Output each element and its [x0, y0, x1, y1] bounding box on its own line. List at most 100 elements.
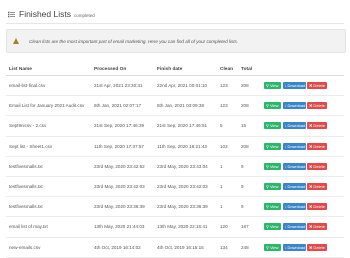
list-name-cell: new-emails.csv [6, 237, 91, 258]
clean-count-cell: 1 [217, 156, 238, 177]
view-button[interactable]: ⚲ View [264, 82, 281, 90]
finish-date-cell: 23rd May, 2020 23:43:04 [154, 156, 217, 177]
actions-cell: ⚲ View ↓ Download ✖ Delete [261, 216, 344, 238]
delete-button[interactable]: ✖ Delete [307, 162, 327, 170]
view-button[interactable]: ⚲ View [264, 122, 281, 130]
view-button[interactable]: ⚲ View [264, 223, 281, 231]
delete-button-label: Delete [313, 83, 325, 89]
actions-cell: ⚲ View ↓ Download ✖ Delete [261, 136, 344, 157]
delete-button-label: Delete [313, 163, 325, 169]
finish-date-cell: 21st Sep, 2020 17:46:51 [154, 115, 217, 137]
delete-button-label: Delete [313, 103, 325, 109]
view-button[interactable]: ⚲ View [264, 203, 281, 211]
list-name-cell: Sept list - Sheet1.csv [6, 136, 91, 157]
clean-count-cell: 102 [217, 136, 238, 157]
list-name-cell: testfivesmalls.txt [6, 156, 91, 177]
view-button-label: View [269, 123, 279, 129]
actions-cell: ⚲ View ↓ Download ✖ Delete [261, 196, 344, 218]
finish-date-cell: 6th Jan, 2021 03:09:38 [154, 95, 217, 117]
download-button[interactable]: ↓ Download [282, 82, 306, 90]
clean-count-cell: 5 [217, 115, 238, 137]
trash-icon: ✖ [309, 83, 313, 89]
delete-button-label: Delete [313, 143, 325, 149]
actions-cell: ⚲ View ↓ Download ✖ Delete [261, 156, 344, 177]
delete-button[interactable]: ✖ Delete [307, 82, 327, 90]
view-button-label: View [269, 143, 279, 149]
delete-button[interactable]: ✖ Delete [307, 223, 327, 231]
table-row: testfivesmalls.txt 23rd May, 2020 23:42:0… [6, 176, 344, 198]
download-icon: ↓ [284, 103, 287, 109]
delete-button-label: Delete [313, 224, 325, 230]
total-count-cell: 208 [238, 95, 261, 117]
download-button[interactable]: ↓ Download [282, 102, 306, 110]
download-button-label: Download [287, 83, 306, 89]
table-row: email-list-final.csv 21st Apr, 2021 23:30… [6, 75, 344, 97]
clean-count-cell: 123 [217, 75, 238, 97]
actions-cell: ⚲ View ↓ Download ✖ Delete [261, 95, 344, 117]
delete-button[interactable]: ✖ Delete [307, 102, 327, 110]
total-count-cell: 9 [238, 156, 261, 177]
processed-on-cell: 13th May, 2020 21:44:03 [91, 216, 154, 238]
download-button[interactable]: ↓ Download [282, 223, 306, 231]
page-title: Finished Lists [19, 9, 71, 19]
processed-on-cell: 11th Sep, 2020 17:37:57 [91, 136, 154, 157]
search-icon: ⚲ [266, 204, 269, 210]
header-divider [6, 23, 344, 24]
list-name-cell: email list of may.txt [6, 216, 91, 238]
download-icon: ↓ [284, 143, 287, 149]
view-button-label: View [269, 103, 279, 109]
finish-date-cell: 11th Sep, 2020 18:21:43 [154, 136, 217, 157]
download-button-label: Download [287, 224, 306, 230]
page-subtitle: completed [73, 12, 95, 18]
download-button-label: Download [287, 184, 306, 190]
download-button[interactable]: ↓ Download [282, 122, 306, 130]
delete-button[interactable]: ✖ Delete [307, 203, 327, 211]
download-icon: ↓ [284, 184, 287, 190]
view-button[interactable]: ⚲ View [264, 142, 281, 150]
download-icon: ↓ [284, 123, 287, 129]
col-header-list-name[interactable]: List Name [6, 63, 91, 76]
download-button[interactable]: ↓ Download [282, 162, 306, 170]
trash-icon: ✖ [309, 163, 313, 169]
download-icon: ↓ [284, 204, 287, 210]
col-header-total[interactable]: Total [238, 63, 261, 76]
actions-cell: ⚲ View ↓ Download ✖ Delete [261, 75, 344, 97]
col-header-finish-date[interactable]: Finish date [154, 63, 217, 76]
view-button[interactable]: ⚲ View [264, 162, 281, 170]
table-row: new-emails.csv 4th Oct, 2019 16:14:02 4th … [6, 237, 344, 258]
total-count-cell: 208 [238, 75, 261, 97]
actions-cell: ⚲ View ↓ Download ✖ Delete [261, 115, 344, 137]
search-icon: ⚲ [266, 184, 269, 190]
processed-on-cell: 21st Apr, 2021 23:30:31 [91, 75, 154, 97]
view-button-label: View [269, 163, 279, 169]
download-button[interactable]: ↓ Download [282, 203, 306, 211]
download-button[interactable]: ↓ Download [282, 142, 306, 150]
alert-text: Clean lists are the most important part … [29, 38, 239, 44]
search-icon: ⚲ [266, 103, 269, 109]
total-count-cell: 9 [238, 196, 261, 218]
list-name-cell: testfivesmalls.txt [6, 176, 91, 198]
processed-on-cell: 4th Oct, 2019 16:14:02 [91, 237, 154, 258]
download-button[interactable]: ↓ Download [282, 183, 306, 191]
clean-count-cell: 123 [217, 95, 238, 117]
view-button[interactable]: ⚲ View [264, 102, 281, 110]
table-row: Email List for January 2021 Audit.csv 6th… [6, 95, 344, 117]
delete-button[interactable]: ✖ Delete [307, 142, 327, 150]
search-icon: ⚲ [266, 224, 269, 230]
processed-on-cell: 23rd May, 2020 23:36:39 [91, 196, 154, 218]
view-button[interactable]: ⚲ View [264, 183, 281, 191]
delete-button[interactable]: ✖ Delete [307, 122, 327, 130]
total-count-cell: 15 [238, 115, 261, 137]
page-header: Finished Lists completed [8, 7, 95, 21]
delete-button-label: Delete [313, 184, 325, 190]
trash-icon: ✖ [309, 123, 313, 129]
delete-button[interactable]: ✖ Delete [307, 183, 327, 191]
processed-on-cell: 23rd May, 2020 23:42:52 [91, 156, 154, 177]
download-icon: ↓ [284, 83, 287, 89]
download-button-label: Download [287, 143, 306, 149]
search-icon: ⚲ [266, 163, 269, 169]
list-name-cell: testfivesmalls.txt [6, 196, 91, 218]
col-header-processed-on[interactable]: Processed On [91, 63, 154, 76]
col-header-clean[interactable]: Clean [217, 63, 238, 76]
clean-count-cell: 1 [217, 176, 238, 198]
